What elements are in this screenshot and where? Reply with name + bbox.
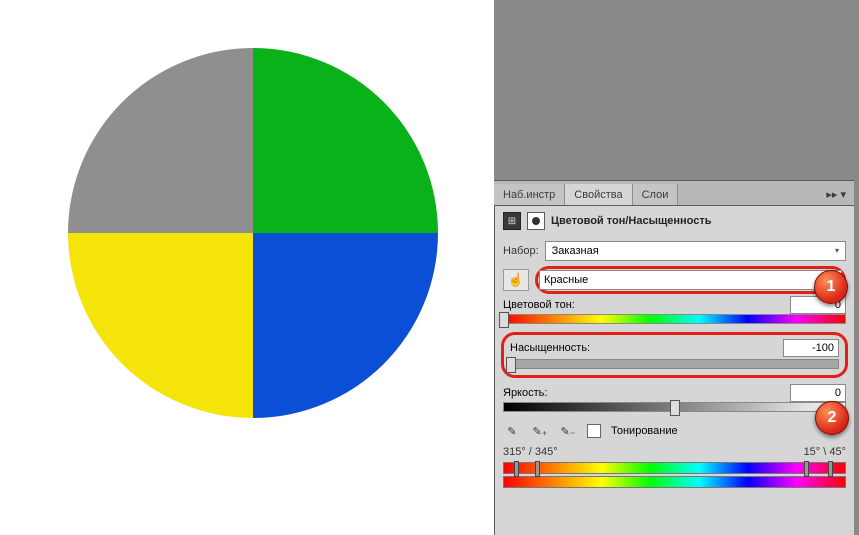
range-marker[interactable]	[804, 461, 809, 477]
light-header: Яркость: 0	[495, 382, 854, 402]
canvas-area	[0, 0, 494, 535]
panel-tabs: Наб.инстр Свойства Слои ▸▸ ▾	[494, 180, 854, 206]
hue-header: Цветовой тон: 0	[495, 294, 854, 314]
pie-grey-quadrant	[68, 48, 253, 233]
channel-value: Красные	[544, 271, 588, 289]
layer-mask-icon[interactable]	[527, 212, 545, 230]
preset-value: Заказная	[552, 242, 599, 260]
tab-layers[interactable]: Слои	[633, 184, 679, 205]
colorize-checkbox[interactable]	[587, 424, 601, 438]
eyedropper-subtract-icon[interactable]: ✎₋	[559, 422, 577, 440]
channel-row: ☝ Красные ▾	[495, 266, 854, 294]
range-right: 15° \ 45°	[804, 446, 846, 458]
callout-1-highlight: Красные ▾	[535, 266, 846, 294]
tab-presets[interactable]: Наб.инстр	[494, 184, 565, 205]
adjustment-title: Цветовой тон/Насыщенность	[551, 215, 712, 227]
hue-range-strip-top[interactable]	[503, 462, 846, 474]
range-marker[interactable]	[828, 461, 833, 477]
preset-label: Набор:	[503, 245, 539, 257]
hue-label: Цветовой тон:	[503, 299, 575, 311]
properties-panel: ⊞ Цветовой тон/Насыщенность Набор: Заказ…	[494, 206, 854, 535]
range-marker[interactable]	[514, 461, 519, 477]
sat-header: Насыщенность: -100	[506, 339, 843, 357]
sat-slider-thumb[interactable]	[506, 357, 516, 373]
chevron-down-icon: ▾	[835, 242, 839, 260]
range-values: 315° / 345° 15° \ 45°	[495, 446, 854, 458]
light-slider-thumb[interactable]	[670, 400, 680, 416]
pie-blue-quadrant	[253, 233, 438, 418]
tab-properties[interactable]: Свойства	[565, 184, 632, 205]
channel-select[interactable]: Красные ▾	[539, 270, 842, 290]
callout-2-highlight: Насыщенность: -100	[501, 332, 848, 378]
preset-select[interactable]: Заказная ▾	[545, 241, 846, 261]
sat-label: Насыщенность:	[510, 342, 590, 354]
pie-green-quadrant	[253, 48, 438, 233]
callout-badge-2: 2	[815, 401, 849, 435]
range-marker[interactable]	[535, 461, 540, 477]
callout-badge-1: 1	[814, 270, 848, 304]
hue-slider-thumb[interactable]	[499, 312, 509, 328]
hue-slider-wrap	[495, 314, 854, 328]
sample-pie	[68, 48, 438, 418]
hue-range-strips	[503, 462, 846, 488]
pie-yellow-quadrant	[68, 233, 253, 418]
hue-range-strip-bottom[interactable]	[503, 476, 846, 488]
light-slider[interactable]	[503, 402, 846, 412]
preset-row: Набор: Заказная ▾	[495, 236, 854, 266]
sat-slider-wrap	[506, 357, 843, 371]
eyedropper-row: ✎ ✎₊ ✎₋ Тонирование	[495, 416, 854, 446]
colorize-label: Тонирование	[611, 425, 678, 437]
sat-value-input[interactable]: -100	[783, 339, 839, 357]
light-value-input[interactable]: 0	[790, 384, 846, 402]
eyedropper-add-icon[interactable]: ✎₊	[531, 422, 549, 440]
hue-slider[interactable]	[503, 314, 846, 324]
adjustment-icon[interactable]: ⊞	[503, 212, 521, 230]
panel-title-row: ⊞ Цветовой тон/Насыщенность	[495, 206, 854, 236]
light-label: Яркость:	[503, 387, 547, 399]
sat-slider[interactable]	[510, 359, 839, 369]
panel-menu-icon[interactable]: ▸▸ ▾	[818, 184, 854, 205]
light-slider-wrap	[495, 402, 854, 416]
range-left: 315° / 345°	[503, 446, 558, 458]
eyedropper-icon[interactable]: ✎	[503, 422, 521, 440]
targeted-adjust-icon[interactable]: ☝	[503, 269, 529, 291]
